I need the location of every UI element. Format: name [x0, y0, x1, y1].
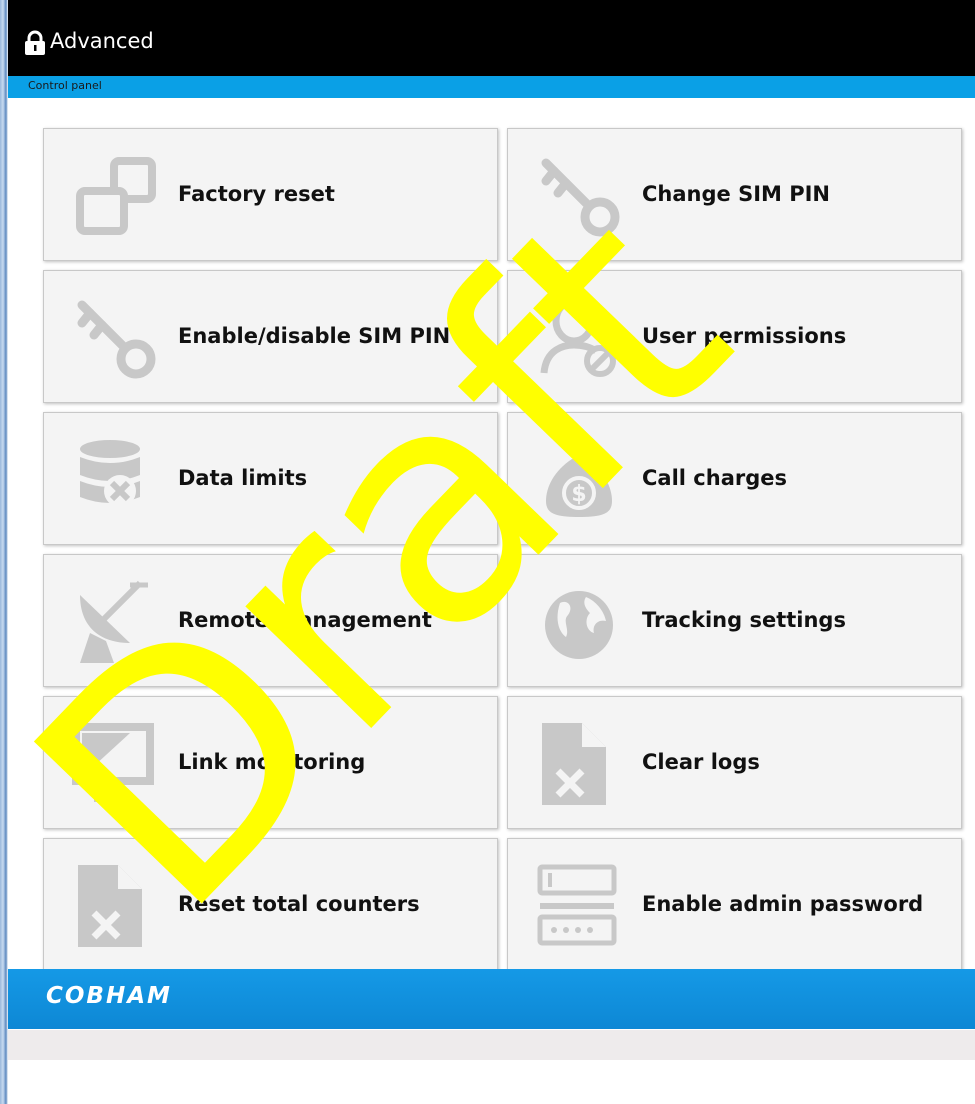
monitor-icon: [72, 723, 154, 802]
tile-label: Link monitoring: [178, 750, 366, 774]
tile-label: Reset total counters: [178, 892, 420, 916]
tile-user-permissions[interactable]: User permissions: [507, 270, 962, 403]
breadcrumb-bar: [8, 76, 975, 98]
tile-factory-reset[interactable]: Factory reset: [43, 128, 498, 261]
breadcrumb[interactable]: Control panel: [28, 79, 102, 92]
tile-label: Enable admin password: [642, 892, 924, 916]
window-left-border: [0, 0, 8, 1104]
page-title: Advanced: [50, 29, 154, 53]
tile-label: Change SIM PIN: [642, 182, 830, 206]
database-x-icon: [80, 440, 140, 507]
tile-tracking-settings[interactable]: Tracking settings: [507, 554, 962, 687]
tile-call-charges[interactable]: $ Call charges: [507, 412, 962, 545]
tile-label: Data limits: [178, 466, 308, 490]
tile-clear-logs[interactable]: Clear logs: [507, 696, 962, 829]
windows-icon: [76, 157, 156, 235]
tile-label: Clear logs: [642, 750, 760, 774]
footer: COBHAM: [8, 969, 975, 1060]
tile-label: User permissions: [642, 324, 847, 348]
svg-text:$: $: [571, 482, 586, 507]
file-x-icon: [78, 865, 142, 947]
file-x-icon: [542, 723, 606, 805]
tile-label: Call charges: [642, 466, 787, 490]
tile-label: Remote management: [178, 608, 432, 632]
user-blocked-icon: [540, 297, 616, 377]
tile-remote-management[interactable]: Remote management: [43, 554, 498, 687]
footer-status-bar: [8, 1029, 975, 1060]
key-icon: [77, 300, 156, 379]
tile-label: Tracking settings: [642, 608, 846, 632]
lock-icon: [25, 30, 45, 55]
tile-enable-disable-sim-pin[interactable]: Enable/disable SIM PIN: [43, 270, 498, 403]
tile-reset-total-counters[interactable]: Reset total counters: [43, 838, 498, 971]
tile-link-monitoring[interactable]: Link monitoring: [43, 696, 498, 829]
password-form-icon: [537, 864, 617, 946]
globe-icon: [545, 591, 613, 659]
satellite-dish-icon: [80, 580, 148, 663]
key-icon: [541, 158, 620, 237]
money-bag-icon: $: [546, 445, 612, 517]
tile-label: Enable/disable SIM PIN: [178, 324, 451, 348]
tile-data-limits[interactable]: Data limits: [43, 412, 498, 545]
tile-enable-admin-password[interactable]: Enable admin password: [507, 838, 962, 971]
brand-logo: COBHAM: [46, 983, 172, 1009]
tile-label: Factory reset: [178, 182, 335, 206]
tile-change-sim-pin[interactable]: Change SIM PIN: [507, 128, 962, 261]
